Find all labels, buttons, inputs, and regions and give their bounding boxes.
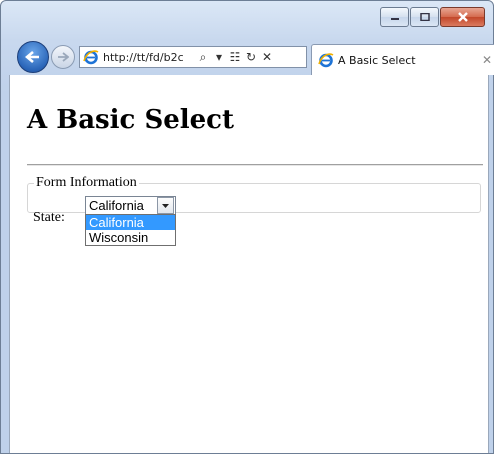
tab-title: A Basic Select — [338, 53, 416, 67]
close-window-button[interactable] — [440, 7, 485, 27]
ie-tab-icon — [318, 53, 334, 68]
forward-button[interactable] — [51, 45, 75, 69]
back-arrow-icon — [25, 51, 39, 63]
ie-logo-icon — [83, 50, 99, 65]
minimize-icon — [390, 18, 399, 20]
caption-buttons — [380, 7, 485, 27]
state-label: State: — [33, 210, 65, 225]
maximize-button[interactable] — [410, 7, 439, 27]
minimize-button[interactable] — [380, 7, 409, 27]
search-icon[interactable]: ⌕ — [195, 50, 211, 65]
back-button[interactable] — [17, 41, 49, 73]
page-content: A Basic Select Form Information State: C… — [9, 75, 489, 453]
select-value: California — [89, 198, 144, 213]
stop-icon[interactable]: ✕ — [259, 50, 275, 64]
fieldset-legend: Form Information — [36, 175, 137, 190]
select-arrow-icon[interactable] — [157, 197, 174, 214]
browser-window: http://tt/fd/b2c ⌕ ▾ ☷ ↻ ✕ A Basic Selec… — [0, 0, 494, 454]
close-icon — [457, 12, 468, 22]
option-wisconsin[interactable]: Wisconsin — [86, 230, 175, 245]
dropdown-chevron-icon[interactable]: ▾ — [211, 50, 227, 64]
option-california[interactable]: California — [86, 215, 175, 230]
maximize-icon — [419, 13, 430, 21]
tab-close-icon[interactable]: ✕ — [482, 53, 492, 67]
refresh-icon[interactable]: ↻ — [243, 50, 259, 64]
tab-a-basic-select[interactable]: A Basic Select ✕ — [311, 44, 494, 75]
state-dropdown-list: California Wisconsin — [85, 214, 176, 246]
page-heading: A Basic Select — [27, 105, 235, 135]
address-bar[interactable]: http://tt/fd/b2c ⌕ ▾ ☷ ↻ ✕ — [79, 46, 307, 68]
navigation-bar: http://tt/fd/b2c ⌕ ▾ ☷ ↻ ✕ A Basic Selec… — [9, 37, 494, 75]
horizontal-rule — [27, 164, 483, 166]
forward-arrow-icon — [58, 52, 69, 62]
state-select[interactable]: California — [85, 196, 176, 215]
compatibility-view-icon[interactable]: ☷ — [227, 50, 243, 64]
address-url: http://tt/fd/b2c — [103, 50, 184, 64]
